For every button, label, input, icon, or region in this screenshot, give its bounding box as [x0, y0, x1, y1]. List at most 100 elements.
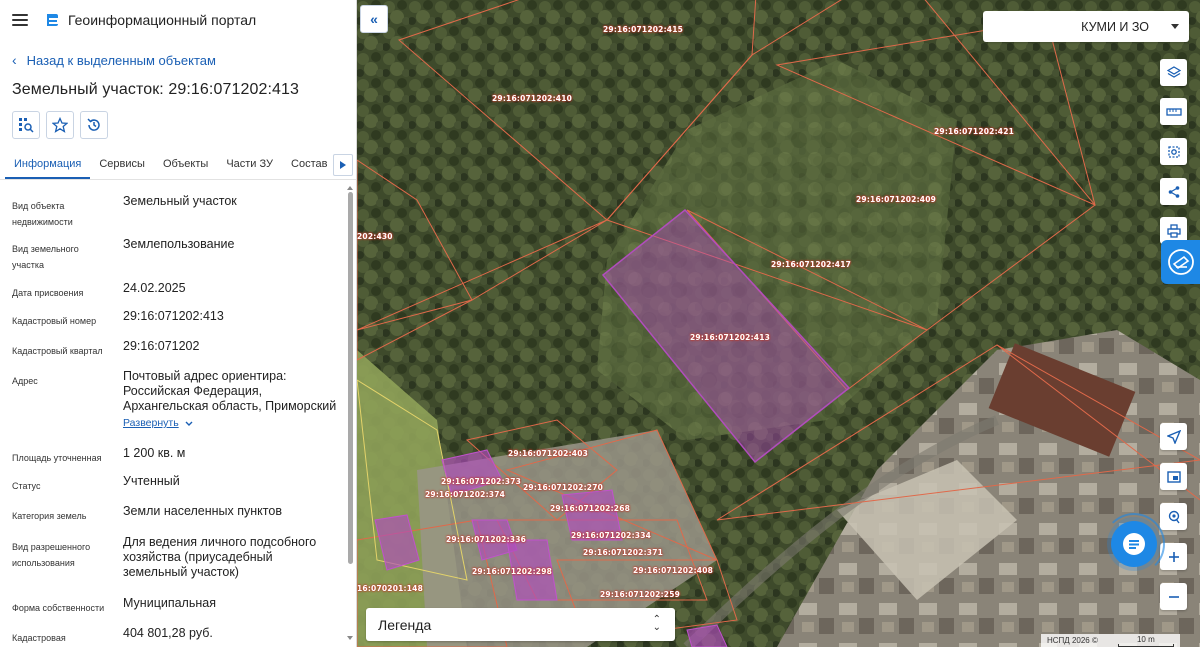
object-toolbar — [12, 111, 108, 139]
satellite-imagery — [357, 0, 1200, 647]
legend-dropdown[interactable]: Легенда ⌃ ⌄ — [366, 608, 675, 641]
select-area-icon — [1167, 145, 1180, 158]
collapse-panel-button[interactable]: « — [360, 5, 388, 33]
parcel-label[interactable]: 29:16:071202:373 — [441, 477, 521, 486]
scroll-thumb[interactable] — [348, 192, 353, 564]
parcel-label[interactable]: 29:16:071202:409 — [856, 195, 936, 204]
history-button[interactable] — [80, 111, 108, 139]
parcel-label[interactable]: 29:16:071202:259 — [600, 590, 680, 599]
attr-key: Дата присвоения — [12, 288, 84, 298]
parcel-label[interactable]: 29:16:071202:413 — [690, 333, 770, 342]
expand-label: Развернуть — [123, 417, 179, 429]
attr-value: 29:16:071202:413 — [123, 309, 224, 323]
area-select-button[interactable] — [1160, 138, 1187, 165]
parcel-label[interactable]: 202:430 — [357, 232, 393, 241]
show-on-map-button[interactable] — [12, 111, 40, 139]
attr-key: Адрес — [12, 376, 38, 386]
pkk-icon — [1168, 249, 1194, 275]
zoom-out-button[interactable] — [1160, 583, 1187, 610]
attr-key: Кадастровый номер — [12, 316, 97, 326]
parcel-label[interactable]: 16:070201:148 — [357, 584, 423, 593]
scale-bar: 10 m — [1117, 634, 1174, 647]
parcel-label[interactable]: 29:16:071202:334 — [571, 531, 651, 540]
scroll-up-arrow-icon[interactable] — [347, 186, 353, 190]
attr-value: Почтовый адрес ориентира: Российская Фед… — [123, 369, 339, 431]
print-icon — [1166, 223, 1181, 238]
zoom-in-icon — [1168, 551, 1179, 562]
layer-select-value: КУМИ И ЗО — [1081, 19, 1149, 34]
info-tabs: Информация Сервисы Объекты Части ЗУ Сост… — [0, 150, 356, 180]
layers-button[interactable] — [1160, 59, 1187, 86]
ruler-icon — [1165, 107, 1182, 116]
parcel-label[interactable]: 29:16:071202:421 — [934, 127, 1014, 136]
attr-value: Для ведения личного подсобного хозяйства… — [123, 535, 317, 579]
attr-key: Вид земельного участка — [12, 244, 79, 270]
tab-parts[interactable]: Части ЗУ — [217, 158, 282, 179]
chat-button[interactable] — [1111, 521, 1157, 567]
caret-down-icon — [1171, 24, 1179, 29]
share-icon — [1168, 185, 1179, 198]
attr-key: Вид разрешенного использования — [12, 542, 91, 568]
locate-object-icon — [19, 118, 34, 133]
legend-label: Легенда — [378, 616, 432, 633]
attr-value: Землепользование — [123, 237, 235, 251]
attr-key: Кадастровая — [12, 633, 66, 643]
side-panel: Геоинформационный портал ‹ Назад к выдел… — [0, 0, 357, 647]
tab-info[interactable]: Информация — [5, 158, 91, 179]
attr-value: Земельный участок — [123, 194, 237, 208]
pkk-services-button[interactable] — [1161, 240, 1200, 284]
attr-value: Земли населенных пунктов — [123, 504, 282, 518]
share-button[interactable] — [1160, 178, 1187, 205]
attr-key: Кадастровый квартал — [12, 346, 103, 356]
parcel-label[interactable]: 29:16:071202:403 — [508, 449, 588, 458]
parcel-label[interactable]: 29:16:071202:336 — [446, 535, 526, 544]
parcel-label[interactable]: 29:16:071202:371 — [583, 548, 663, 557]
parcel-label[interactable]: 29:16:071202:268 — [550, 504, 630, 513]
zoom-out-icon — [1168, 595, 1179, 598]
attribution-text: НСПД 2026 © — [1047, 636, 1098, 645]
back-to-selection-link[interactable]: ‹ Назад к выделенным объектам — [12, 52, 216, 68]
panel-scrollbar[interactable] — [346, 186, 354, 646]
portal-logo-icon — [47, 14, 58, 26]
parcel-label[interactable]: 29:16:071202:298 — [472, 567, 552, 576]
parcel-label[interactable]: 29:16:071202:417 — [771, 260, 851, 269]
scroll-down-arrow-icon[interactable] — [347, 636, 353, 640]
chevron-left-icon: ‹ — [12, 52, 17, 68]
attr-value: Учтенный — [123, 474, 180, 488]
chat-icon — [1123, 533, 1145, 555]
minimap-icon — [1166, 470, 1181, 483]
attr-value: 29:16:071202 — [123, 339, 200, 353]
attr-key: Статус — [12, 481, 41, 491]
attr-value: 404 801,28 руб. — [123, 626, 213, 640]
caret-right-icon — [340, 161, 346, 169]
expand-address-link[interactable]: Развернуть — [123, 416, 193, 431]
object-title: Земельный участок: 29:16:071202:413 — [12, 81, 300, 98]
parcel-label[interactable]: 29:16:071202:410 — [492, 94, 572, 103]
minimap-button[interactable] — [1160, 463, 1187, 490]
parcel-label[interactable]: 29:16:071202:270 — [523, 483, 603, 492]
tab-composition[interactable]: Состав — [282, 158, 336, 179]
favorite-button[interactable] — [46, 111, 74, 139]
tab-services[interactable]: Сервисы — [90, 158, 154, 179]
map-view[interactable]: 29:16:071202:415 29:16:071202:410 29:16:… — [357, 0, 1200, 647]
geolocation-icon — [1168, 510, 1180, 523]
parcel-label[interactable]: 29:16:071202:374 — [425, 490, 505, 499]
tab-objects[interactable]: Объекты — [154, 158, 217, 179]
scale-label: 10 m — [1136, 634, 1155, 644]
layer-select[interactable]: КУМИ И ЗО — [983, 11, 1189, 42]
layers-icon — [1166, 65, 1181, 78]
geolocation-button[interactable] — [1160, 503, 1187, 530]
parcel-label[interactable]: 29:16:071202:415 — [603, 25, 683, 34]
app-title: Геоинформационный портал — [68, 12, 257, 28]
address-text: Почтовый адрес ориентира: Российская Фед… — [123, 369, 337, 413]
menu-icon[interactable] — [12, 14, 28, 26]
back-link-label: Назад к выделенным объектам — [26, 52, 216, 68]
attr-key: Категория земель — [12, 511, 87, 521]
chevron-down-icon — [185, 421, 193, 426]
parcel-label[interactable]: 29:16:071202:408 — [633, 566, 713, 575]
measure-button[interactable] — [1160, 98, 1187, 125]
top-bar: Геоинформационный портал — [0, 0, 356, 40]
attr-value: 1 200 кв. м — [123, 446, 186, 460]
navigate-button[interactable] — [1160, 423, 1187, 450]
tabs-scroll-right-button[interactable] — [333, 154, 353, 176]
